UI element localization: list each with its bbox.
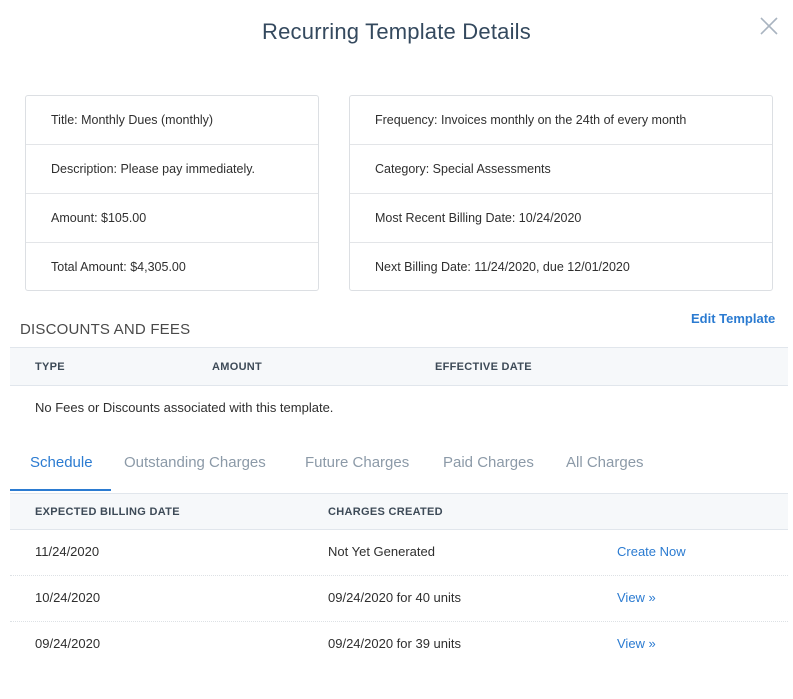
view-link[interactable]: View » xyxy=(617,636,656,651)
dialog-title: Recurring Template Details xyxy=(262,19,531,44)
detail-description: Description: Please pay immediately. xyxy=(26,145,318,194)
schedule-row: 10/24/2020 09/24/2020 for 40 units View … xyxy=(10,576,788,622)
template-details-left: Title: Monthly Dues (monthly) Descriptio… xyxy=(25,95,319,291)
detail-title: Title: Monthly Dues (monthly) xyxy=(26,96,318,145)
charges-created: 09/24/2020 for 40 units xyxy=(328,590,461,605)
template-details-right: Frequency: Invoices monthly on the 24th … xyxy=(349,95,773,291)
tab-schedule[interactable]: Schedule xyxy=(10,441,111,491)
tab-paid-charges[interactable]: Paid Charges xyxy=(443,441,534,491)
close-x-icon xyxy=(760,17,778,35)
charges-created: Not Yet Generated xyxy=(328,544,435,559)
edit-template-link[interactable]: Edit Template xyxy=(691,311,775,326)
column-header-expected-billing-date: EXPECTED BILLING DATE xyxy=(35,506,180,518)
detail-category: Category: Special Assessments xyxy=(350,145,772,194)
detail-most-recent-billing: Most Recent Billing Date: 10/24/2020 xyxy=(350,194,772,243)
billing-date: 10/24/2020 xyxy=(35,590,101,605)
column-header-amount: AMOUNT xyxy=(212,361,263,373)
view-link[interactable]: View » xyxy=(617,590,656,605)
create-now-link[interactable]: Create Now xyxy=(617,544,686,559)
tab-future-charges[interactable]: Future Charges xyxy=(305,441,409,491)
discounts-section-title: DISCOUNTS AND FEES xyxy=(20,321,191,338)
close-button[interactable] xyxy=(758,15,780,37)
tab-all-charges[interactable]: All Charges xyxy=(566,441,644,491)
billing-date: 09/24/2020 xyxy=(35,636,101,651)
detail-total-amount: Total Amount: $4,305.00 xyxy=(51,260,186,274)
column-header-charges-created: CHARGES CREATED xyxy=(328,506,443,518)
detail-next-billing: Next Billing Date: 11/24/2020, due 12/01… xyxy=(375,260,630,274)
detail-amount: Amount: $105.00 xyxy=(26,194,318,243)
billing-date: 11/24/2020 xyxy=(35,544,100,559)
schedule-table-header: EXPECTED BILLING DATE CHARGES CREATED xyxy=(10,493,788,530)
charges-tabs: Schedule Outstanding Charges Future Char… xyxy=(10,441,788,491)
column-header-effective-date: EFFECTIVE DATE xyxy=(435,361,532,373)
discounts-table-header: TYPE AMOUNT EFFECTIVE DATE xyxy=(10,347,788,386)
detail-frequency: Frequency: Invoices monthly on the 24th … xyxy=(350,96,772,145)
schedule-row: 11/24/2020 Not Yet Generated Create Now xyxy=(10,530,788,576)
column-header-type: TYPE xyxy=(35,361,65,373)
schedule-row: 09/24/2020 09/24/2020 for 39 units View … xyxy=(10,622,788,668)
tab-outstanding-charges[interactable]: Outstanding Charges xyxy=(124,441,266,491)
charges-created: 09/24/2020 for 39 units xyxy=(328,636,461,651)
discounts-empty-message: No Fees or Discounts associated with thi… xyxy=(35,400,334,415)
